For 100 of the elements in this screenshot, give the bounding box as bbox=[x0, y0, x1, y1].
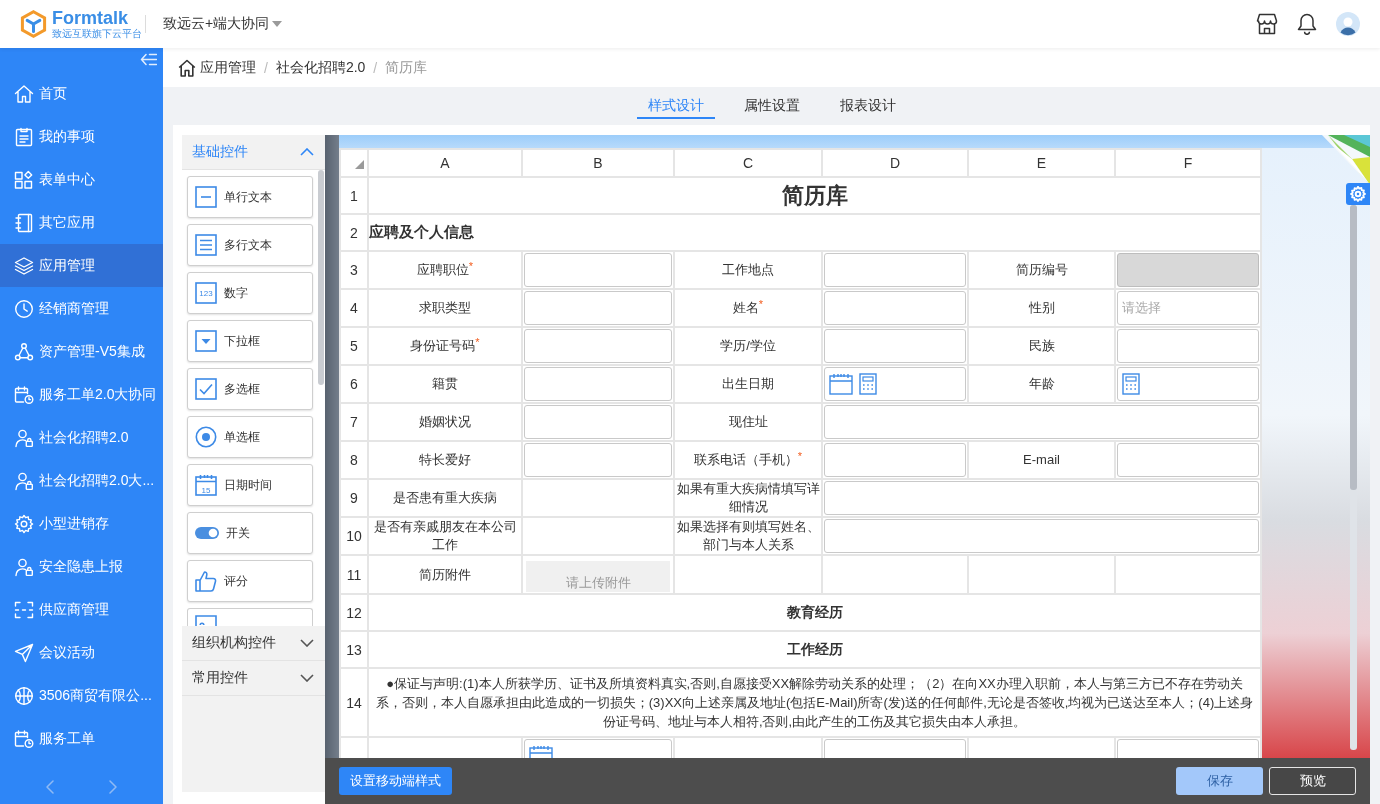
control-item[interactable]: 单行文本 bbox=[187, 176, 313, 218]
settings-button[interactable] bbox=[1346, 183, 1370, 205]
bell-icon[interactable] bbox=[1297, 13, 1317, 35]
sidebar-item[interactable]: 其它应用 bbox=[0, 201, 163, 244]
sidebar-item[interactable]: 我的事项 bbox=[0, 115, 163, 158]
person-lock-icon bbox=[14, 470, 34, 491]
sidebar-item[interactable]: 安全隐患上报 bbox=[0, 545, 163, 588]
settings-icon bbox=[1350, 186, 1366, 202]
input-field[interactable] bbox=[824, 443, 966, 477]
input-field[interactable] bbox=[524, 405, 672, 439]
nodes-icon bbox=[14, 341, 34, 362]
field-label: 婚姻状况 bbox=[368, 403, 522, 441]
row-number: 11 bbox=[340, 555, 368, 594]
scrollbar-track[interactable] bbox=[1350, 205, 1357, 750]
input-field[interactable] bbox=[524, 443, 672, 477]
chevron-up-icon bbox=[300, 148, 314, 156]
input-field[interactable] bbox=[824, 481, 1259, 515]
input-field[interactable] bbox=[824, 405, 1259, 439]
field-label: 性别 bbox=[968, 289, 1115, 327]
input-field[interactable] bbox=[824, 329, 966, 363]
formula-field[interactable] bbox=[1117, 367, 1259, 401]
sidebar-item[interactable]: 经销商管理 bbox=[0, 287, 163, 330]
sidebar-item[interactable]: 社会化招聘2.0大... bbox=[0, 459, 163, 502]
sidebar-item[interactable]: 应用管理 bbox=[0, 244, 163, 287]
input-field[interactable] bbox=[524, 329, 672, 363]
calculator-icon[interactable] bbox=[859, 373, 877, 395]
input-field[interactable] bbox=[824, 253, 966, 287]
input-field[interactable] bbox=[1117, 329, 1259, 363]
breadcrumb-separator: / bbox=[373, 59, 378, 76]
input-field[interactable] bbox=[524, 291, 672, 325]
avatar-icon[interactable] bbox=[1336, 12, 1360, 36]
field-label: 特长爱好 bbox=[368, 441, 522, 479]
tab[interactable]: 属性设置 bbox=[732, 93, 811, 119]
control-item[interactable]: 评分 bbox=[187, 560, 313, 602]
sidebar-item[interactable]: 首页 bbox=[0, 72, 163, 115]
scrollbar-thumb[interactable] bbox=[318, 170, 324, 385]
input-field[interactable] bbox=[524, 367, 672, 401]
accordion-header[interactable]: 常用控件 bbox=[182, 661, 325, 696]
sidebar-item[interactable]: 表单中心 bbox=[0, 158, 163, 201]
toggle-icon bbox=[195, 527, 219, 539]
input-field[interactable] bbox=[824, 291, 966, 325]
page-curl-icon[interactable] bbox=[1322, 135, 1370, 185]
sidebar-item[interactable]: 服务工单 bbox=[0, 717, 163, 760]
row-number: 3 bbox=[340, 251, 368, 289]
scrollbar-thumb[interactable] bbox=[1350, 205, 1357, 490]
breadcrumb-link[interactable]: 应用管理 bbox=[200, 58, 256, 77]
row-number: 1 bbox=[340, 177, 368, 214]
input-field[interactable] bbox=[824, 519, 1259, 553]
row-number: 8 bbox=[340, 441, 368, 479]
sidebar-item[interactable]: 社会化招聘2.0 bbox=[0, 416, 163, 459]
field-label: 学历/学位 bbox=[674, 327, 822, 365]
breadcrumb-separator: / bbox=[264, 59, 268, 76]
accordion-header[interactable]: 组织机构控件 bbox=[182, 626, 325, 661]
calendar-icon: 15 bbox=[195, 474, 217, 496]
collapse-icon[interactable] bbox=[140, 53, 157, 66]
tab[interactable]: 报表设计 bbox=[828, 93, 907, 119]
calendar-clock-icon bbox=[14, 728, 34, 749]
sidebar-item[interactable]: 供应商管理 bbox=[0, 588, 163, 631]
column-header[interactable]: A bbox=[368, 149, 522, 177]
field-label: 联系电话（手机）$^{*}$ bbox=[674, 441, 822, 479]
date-field[interactable] bbox=[824, 367, 966, 401]
button[interactable]: 设置移动端样式 bbox=[339, 767, 452, 795]
button[interactable]: 预览 bbox=[1269, 767, 1356, 795]
calculator-icon[interactable] bbox=[1122, 373, 1140, 395]
row-number: 4 bbox=[340, 289, 368, 327]
corner-triangle-icon[interactable] bbox=[355, 160, 364, 169]
column-header[interactable]: E bbox=[968, 149, 1115, 177]
column-header[interactable]: D bbox=[822, 149, 968, 177]
row-number: 12 bbox=[340, 594, 368, 631]
breadcrumb-link[interactable]: 社会化招聘2.0 bbox=[275, 58, 366, 77]
sidebar-item[interactable]: 资产管理-V5集成 bbox=[0, 330, 163, 373]
control-item[interactable]: 开关 bbox=[187, 512, 313, 554]
field-label: 民族 bbox=[968, 327, 1115, 365]
control-item[interactable]: 多行文本 bbox=[187, 224, 313, 266]
sidebar-item[interactable]: 会议活动 bbox=[0, 631, 163, 674]
input-field[interactable] bbox=[1117, 443, 1259, 477]
control-item[interactable]: 单选框 bbox=[187, 416, 313, 458]
store-icon[interactable] bbox=[1256, 13, 1278, 35]
control-item[interactable]: 15 日期时间 bbox=[187, 464, 313, 506]
logo-text: Formtalk bbox=[52, 9, 130, 28]
home-icon bbox=[14, 83, 34, 104]
control-item[interactable] bbox=[187, 608, 313, 626]
control-item[interactable]: 多选框 bbox=[187, 368, 313, 410]
radio-icon bbox=[195, 426, 217, 448]
row-number: 5 bbox=[340, 327, 368, 365]
sidebar-item[interactable]: 3506商贸有限公... bbox=[0, 674, 163, 717]
control-item[interactable]: 123 数字 bbox=[187, 272, 313, 314]
column-header[interactable]: B bbox=[522, 149, 674, 177]
chevron-right-icon[interactable] bbox=[109, 780, 117, 794]
workspace-dropdown[interactable]: 致远云+端大协同 bbox=[163, 15, 283, 33]
sidebar-item[interactable]: 小型进销存 bbox=[0, 502, 163, 545]
column-header[interactable]: F bbox=[1115, 149, 1261, 177]
calendar-icon[interactable] bbox=[829, 373, 853, 395]
home-icon[interactable] bbox=[178, 58, 196, 77]
input-field[interactable] bbox=[524, 253, 672, 287]
chevron-left-icon[interactable] bbox=[46, 780, 54, 794]
control-item[interactable]: 下拉框 bbox=[187, 320, 313, 362]
sidebar-item[interactable]: 服务工单2.0大协同 bbox=[0, 373, 163, 416]
column-header[interactable]: C bbox=[674, 149, 822, 177]
chevron-down-icon bbox=[300, 639, 314, 647]
